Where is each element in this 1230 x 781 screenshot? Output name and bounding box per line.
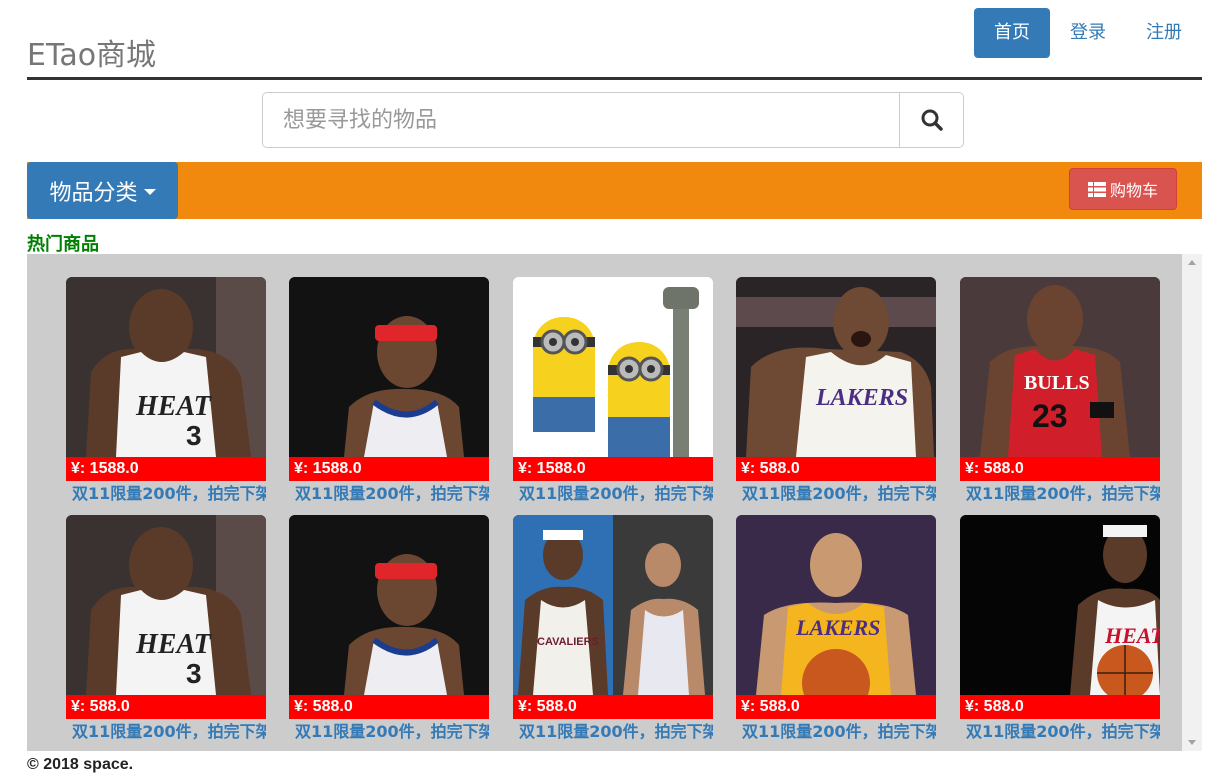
- scroll-up-arrow-icon[interactable]: [1188, 260, 1196, 265]
- product-price: ¥: 588.0: [289, 695, 489, 719]
- product-name-link[interactable]: 双11限量200件，拍完下架: [289, 719, 489, 745]
- nav-register[interactable]: 注册: [1126, 8, 1202, 58]
- header-divider: [27, 77, 1202, 80]
- svg-text:HEAT: HEAT: [1104, 623, 1160, 648]
- product-image[interactable]: HEAT 3: [66, 515, 266, 695]
- caret-down-icon: [143, 189, 156, 195]
- search-bar: [262, 92, 964, 148]
- nav-login[interactable]: 登录: [1050, 8, 1126, 58]
- product-image[interactable]: [289, 277, 489, 457]
- product-card[interactable]: HEAT 3 ¥: 588.0 双11限量200件，拍完下架: [66, 515, 266, 745]
- scroll-down-arrow-icon[interactable]: [1188, 740, 1196, 745]
- product-image[interactable]: HEAT: [960, 515, 1160, 695]
- svg-text:LAKERS: LAKERS: [795, 615, 880, 640]
- product-card[interactable]: CAVALIERS ¥: 588.0 双11限量200件，拍完下架: [513, 515, 713, 745]
- list-icon: [1087, 181, 1106, 197]
- product-name-link[interactable]: 双11限量200件，拍完下架: [960, 719, 1160, 745]
- top-nav: 首页 登录 注册: [974, 8, 1202, 58]
- svg-text:HEAT: HEAT: [135, 629, 213, 660]
- product-name-link[interactable]: 双11限量200件，拍完下架: [66, 719, 266, 745]
- product-name-link[interactable]: 双11限量200件，拍完下架: [960, 481, 1160, 507]
- cart-button[interactable]: 购物车: [1069, 168, 1177, 210]
- svg-text:3: 3: [186, 420, 202, 451]
- brand-logo[interactable]: ETao商城: [27, 30, 156, 74]
- product-image[interactable]: [513, 277, 713, 457]
- product-image[interactable]: LAKERS 17: [736, 515, 936, 695]
- product-name-link[interactable]: 双11限量200件，拍完下架: [736, 719, 936, 745]
- product-image[interactable]: CAVALIERS: [513, 515, 713, 695]
- product-image[interactable]: HEAT 3: [66, 277, 266, 457]
- product-card[interactable]: HEAT ¥: 588.0 双11限量200件，拍完下架: [960, 515, 1160, 745]
- search-icon: [921, 109, 943, 131]
- product-grid: HEAT 3 ¥: 1588.0 双11限量200件，拍完下架 ¥: 1588.…: [27, 254, 1182, 751]
- product-card[interactable]: ¥: 1588.0 双11限量200件，拍完下架: [289, 277, 489, 507]
- product-name-link[interactable]: 双11限量200件，拍完下架: [736, 481, 936, 507]
- product-price: ¥: 588.0: [736, 457, 936, 481]
- product-price: ¥: 1588.0: [513, 457, 713, 481]
- product-card[interactable]: LAKERS 17 ¥: 588.0 双11限量200件，拍完下架: [736, 515, 936, 745]
- search-button[interactable]: [899, 93, 963, 147]
- product-price: ¥: 588.0: [66, 695, 266, 719]
- vertical-scrollbar[interactable]: [1182, 254, 1202, 751]
- search-input[interactable]: [263, 93, 899, 147]
- product-card[interactable]: BULLS 23 ¥: 588.0 双11限量200件，拍完下架: [960, 277, 1160, 507]
- svg-text:HEAT: HEAT: [135, 391, 213, 422]
- product-price: ¥: 588.0: [960, 457, 1160, 481]
- product-card[interactable]: LAKERS ¥: 588.0 双11限量200件，拍完下架: [736, 277, 936, 507]
- product-name-link[interactable]: 双11限量200件，拍完下架: [66, 481, 266, 507]
- svg-text:23: 23: [1032, 398, 1068, 434]
- product-price: ¥: 1588.0: [289, 457, 489, 481]
- product-name-link[interactable]: 双11限量200件，拍完下架: [513, 481, 713, 507]
- svg-text:BULLS: BULLS: [1024, 372, 1090, 394]
- category-bar: 物品分类 购物车: [27, 162, 1202, 219]
- svg-text:3: 3: [186, 658, 202, 689]
- cart-button-label: 购物车: [1109, 181, 1158, 200]
- footer-copyright: © 2018 space.: [27, 756, 134, 773]
- svg-text:LAKERS: LAKERS: [815, 385, 908, 411]
- nav-home[interactable]: 首页: [974, 8, 1050, 58]
- product-card[interactable]: ¥: 1588.0 双11限量200件，拍完下架: [513, 277, 713, 507]
- product-price: ¥: 588.0: [513, 695, 713, 719]
- product-card[interactable]: ¥: 588.0 双11限量200件，拍完下架: [289, 515, 489, 745]
- product-image[interactable]: LAKERS: [736, 277, 936, 457]
- hot-products-title: 热门商品: [27, 234, 99, 255]
- product-price: ¥: 588.0: [736, 695, 936, 719]
- category-dropdown-button[interactable]: 物品分类: [27, 162, 178, 219]
- product-name-link[interactable]: 双11限量200件，拍完下架: [513, 719, 713, 745]
- product-price: ¥: 1588.0: [66, 457, 266, 481]
- product-name-link[interactable]: 双11限量200件，拍完下架: [289, 481, 489, 507]
- product-price: ¥: 588.0: [960, 695, 1160, 719]
- product-card[interactable]: HEAT 3 ¥: 1588.0 双11限量200件，拍完下架: [66, 277, 266, 507]
- product-image[interactable]: BULLS 23: [960, 277, 1160, 457]
- category-button-label: 物品分类: [49, 180, 138, 206]
- product-image[interactable]: [289, 515, 489, 695]
- svg-text:CAVALIERS: CAVALIERS: [537, 636, 599, 648]
